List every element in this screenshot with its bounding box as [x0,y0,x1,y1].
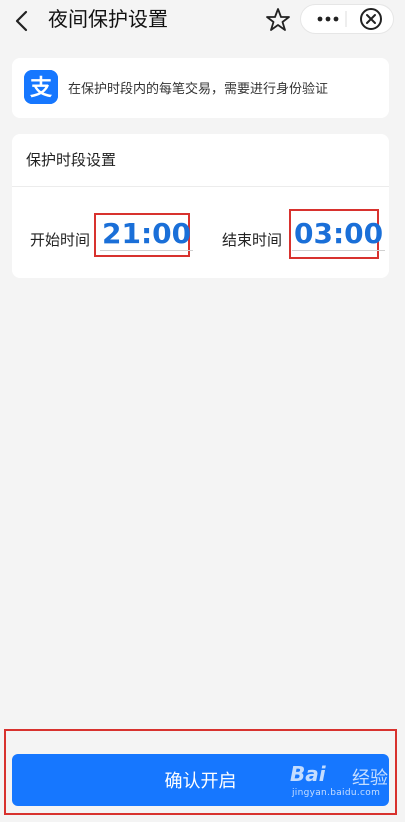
watermark-url: jingyan.baidu.com [292,788,381,798]
alipay-logo-glyph: 支 [30,76,53,101]
navigation-bar: 夜间保护设置 [0,0,405,44]
baidu-watermark: Bai 经验 jingyan.baidu.com [290,760,400,806]
start-time-label: 开始时间 [30,231,91,249]
watermark-brand: Bai [290,762,326,786]
star-icon[interactable] [264,6,292,34]
divider [12,186,389,187]
end-time-picker[interactable]: 03:00 [292,218,386,251]
watermark-brand-cn: 经验 [352,768,388,789]
start-time-picker[interactable]: 21:00 [100,218,194,251]
more-icon[interactable] [312,6,344,32]
page-title: 夜间保护设置 [48,7,168,31]
section-title: 保护时段设置 [26,151,117,169]
security-notice-card: 支 在保护时段内的每笔交易，需要进行身份验证 [12,58,389,118]
chevron-left-icon[interactable] [8,6,38,36]
alipay-logo: 支 [24,70,58,104]
close-circle-icon[interactable] [358,6,384,32]
protection-period-card: 保护时段设置 开始时间 21:00 结束时间 03:00 [12,134,389,278]
notice-text: 在保护时段内的每笔交易，需要进行身份验证 [68,82,329,97]
end-time-label: 结束时间 [222,231,283,249]
